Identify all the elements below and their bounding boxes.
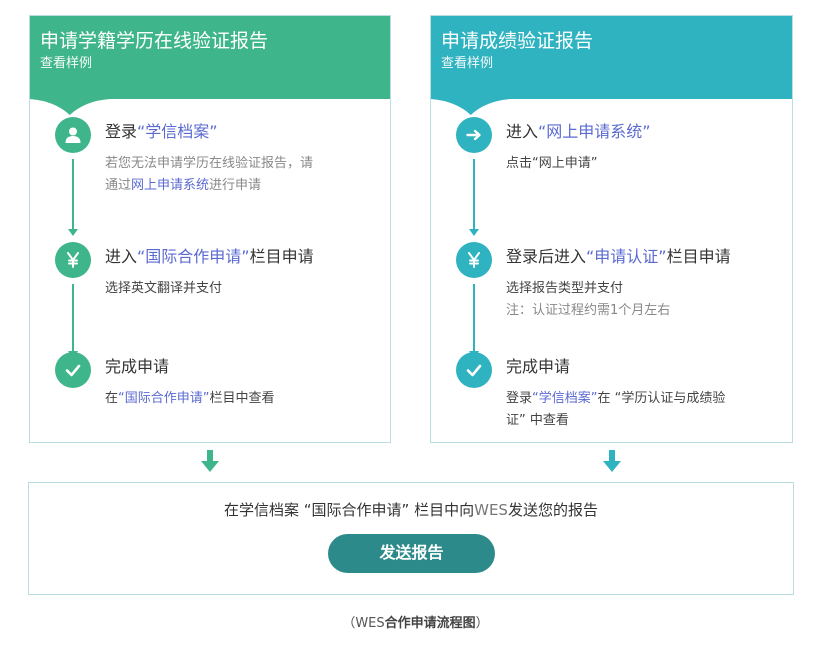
left-step1-desc-line2: 通过网上申请系统进行申请: [105, 175, 313, 197]
yen-icon: [55, 242, 91, 278]
right-panel-title: 申请成绩验证报告: [441, 30, 594, 52]
left-step2-desc: 选择英文翻译并支付: [105, 281, 223, 296]
wes-label: WES: [474, 501, 508, 519]
right-step2-title: 登录后进入“申请认证”栏目申请: [506, 246, 731, 268]
caption-open: （WES: [342, 616, 385, 631]
left-step1-desc: 若您无法申请学历在线验证报告，请 通过网上申请系统进行申请: [105, 153, 313, 197]
down-arrow-icon: [603, 450, 621, 472]
right-step1-title-prefix: 进入: [506, 122, 539, 141]
right-step3-desc-line1: 登录“学信档案”在 “学历认证与成绩验: [506, 388, 725, 410]
right-connector-1: [469, 159, 479, 236]
right-step3-desc: 登录“学信档案”在 “学历认证与成绩验 证” 中查看: [506, 388, 725, 432]
right-step2-title-suffix: 栏目申请: [666, 247, 731, 266]
left-panel-header: 申请学籍学历在线验证报告 查看样例: [30, 16, 390, 115]
right-step3-desc-prefix: 登录: [506, 391, 533, 406]
right-panel-header: 申请成绩验证报告 查看样例: [431, 16, 792, 115]
right-step3-desc-suffix: 在 “学历认证与成绩验: [597, 391, 726, 406]
left-step3-desc-prefix: 在: [105, 391, 119, 406]
xuexin-archive-link[interactable]: “学信档案”: [137, 122, 218, 141]
left-step1-desc-suffix: 进行申请: [209, 178, 262, 193]
check-icon: [55, 352, 91, 388]
left-connector-2: [68, 284, 78, 358]
header-notch-shape: [30, 91, 390, 115]
left-step2-title-prefix: 进入: [105, 247, 138, 266]
right-step3-title: 完成申请: [506, 357, 571, 376]
user-icon: [55, 117, 91, 153]
left-step1-title-text: 登录: [105, 122, 138, 141]
caption-bold: 合作申请流程图: [384, 616, 476, 631]
intl-cooperation-link[interactable]: “国际合作申请”: [137, 247, 250, 266]
left-step3-desc-suffix: 栏目中查看: [209, 391, 275, 406]
intl-cooperation-link-2[interactable]: “国际合作申请”: [118, 391, 209, 406]
right-step3-desc-line2: 证” 中查看: [506, 413, 569, 428]
online-apply-system-link[interactable]: 网上申请系统: [131, 178, 209, 193]
right-panel: 申请成绩验证报告 查看样例 进入“网上申请系统” 点击“网上申请” 登录后进入“…: [430, 15, 793, 443]
left-panel-title: 申请学籍学历在线验证报告: [40, 30, 269, 52]
left-panel: 申请学籍学历在线验证报告 查看样例 登录“学信档案” 若您无法申请学历在线验证报…: [29, 15, 391, 443]
left-step2-title-suffix: 栏目申请: [249, 247, 314, 266]
online-apply-system-link-2[interactable]: “网上申请系统”: [538, 122, 651, 141]
down-arrow-icon: [201, 450, 219, 472]
send-report-text-prefix: 在学信档案 “国际合作申请” 栏目中向: [224, 501, 475, 519]
right-step1-title: 进入“网上申请系统”: [506, 121, 651, 143]
right-connector-2: [469, 284, 479, 358]
caption-close: ）: [475, 616, 489, 631]
xuexin-archive-link-2[interactable]: “学信档案”: [532, 391, 597, 406]
apply-certification-link[interactable]: “申请认证”: [586, 247, 667, 266]
left-step1-title: 登录“学信档案”: [105, 121, 218, 143]
left-step2-title: 进入“国际合作申请”栏目申请: [105, 246, 314, 268]
right-step2-title-prefix: 登录后进入: [506, 247, 587, 266]
header-notch-shape: [431, 91, 792, 115]
figure-caption: （WES合作申请流程图）: [0, 612, 831, 631]
left-step1-desc-prefix: 通过: [105, 178, 132, 193]
send-report-text: 在学信档案 “国际合作申请” 栏目中向WES发送您的报告: [29, 499, 793, 521]
right-step2-note: 注：认证过程约需1个月左右: [506, 303, 671, 318]
right-step2-desc: 选择报告类型并支付 注：认证过程约需1个月左右: [506, 278, 670, 322]
right-sample-link[interactable]: 查看样例: [441, 54, 792, 74]
left-step3-title: 完成申请: [105, 357, 170, 376]
left-sample-link[interactable]: 查看样例: [40, 54, 390, 74]
check-icon: [456, 352, 492, 388]
send-report-text-suffix: 发送您的报告: [507, 501, 598, 519]
send-report-box: 在学信档案 “国际合作申请” 栏目中向WES发送您的报告 发送报告: [28, 482, 794, 595]
left-connector-1: [68, 159, 78, 236]
right-step1-desc: 点击“网上申请”: [506, 156, 598, 171]
yen-icon: [456, 242, 492, 278]
right-step2-desc-line1: 选择报告类型并支付: [506, 281, 624, 296]
left-step1-desc-line1: 若您无法申请学历在线验证报告，请: [105, 156, 314, 171]
send-report-button[interactable]: 发送报告: [328, 534, 495, 573]
arrow-right-icon: [456, 117, 492, 153]
left-step3-desc: 在“国际合作申请”栏目中查看: [105, 388, 275, 410]
